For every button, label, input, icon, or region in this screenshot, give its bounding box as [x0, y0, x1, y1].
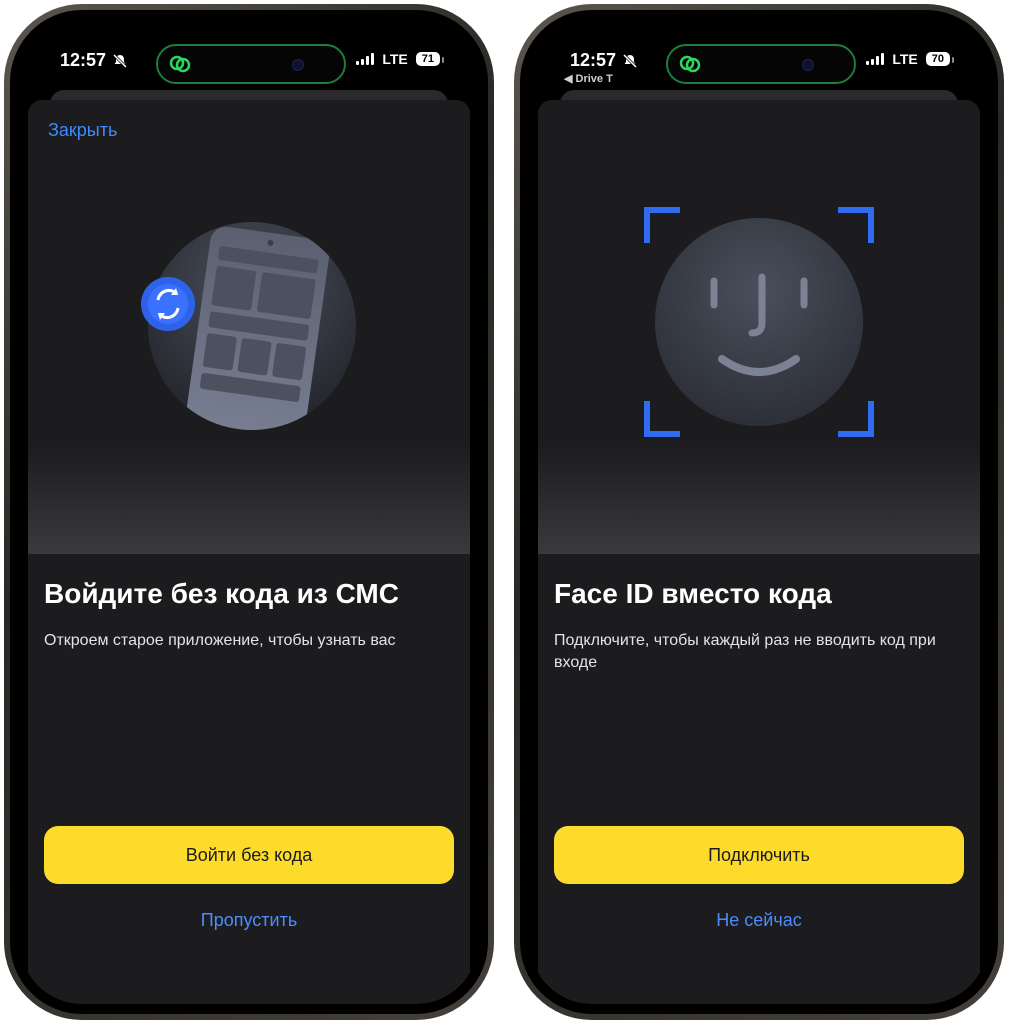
screen-description: Подключите, чтобы каждый раз не вводить …: [554, 632, 936, 671]
modal-sheet: Закрыть Войдите без кода из СМС Откроем …: [28, 100, 470, 1004]
phone-sync-icon: [141, 222, 356, 430]
battery-icon: 71: [415, 52, 445, 66]
camera-lens: [802, 59, 814, 71]
signal-icon: [866, 53, 885, 65]
network-label: LTE: [892, 51, 918, 67]
signal-icon: [356, 53, 375, 65]
not-now-button[interactable]: Не сейчас: [538, 910, 980, 931]
modal-sheet: Face ID вместо кода Подключите, чтобы ка…: [538, 100, 980, 1004]
network-label: LTE: [382, 51, 408, 67]
phone-frame-left: 12:57 LTE 71 Закрыть Войдите без кода из…: [4, 4, 494, 1020]
camera-lens: [292, 59, 304, 71]
link-icon: [679, 55, 701, 73]
hero-area: [538, 100, 980, 554]
dynamic-island: [156, 44, 346, 84]
status-indicators: LTE 71: [356, 51, 445, 67]
status-indicators: LTE 70: [866, 51, 955, 67]
screen-title: Войдите без кода из СМС: [44, 578, 399, 609]
battery-icon: 70: [925, 52, 955, 66]
phone-frame-right: 12:57 ◀ Drive T LTE 70 Face ID вместо ко…: [514, 4, 1004, 1020]
face-id-icon: [644, 207, 874, 437]
hero-area: Закрыть: [28, 100, 470, 554]
screen-title: Face ID вместо кода: [554, 578, 832, 609]
bell-slash-icon: [622, 53, 638, 68]
link-icon: [169, 55, 191, 73]
status-time: 12:57: [60, 50, 128, 71]
close-button[interactable]: Закрыть: [48, 120, 117, 141]
screen-description: Откроем старое приложение, чтобы узнать …: [44, 632, 396, 649]
bell-slash-icon: [112, 53, 128, 68]
screen-left: 12:57 LTE 71 Закрыть Войдите без кода из…: [20, 20, 478, 1004]
status-time: 12:57: [570, 50, 638, 71]
enable-face-id-button[interactable]: Подключить: [554, 826, 964, 884]
back-to-app-link[interactable]: ◀ Drive T: [564, 72, 613, 85]
skip-button[interactable]: Пропустить: [28, 910, 470, 931]
dynamic-island: [666, 44, 856, 84]
screen-right: 12:57 ◀ Drive T LTE 70 Face ID вместо ко…: [530, 20, 988, 1004]
login-without-code-button[interactable]: Войти без кода: [44, 826, 454, 884]
